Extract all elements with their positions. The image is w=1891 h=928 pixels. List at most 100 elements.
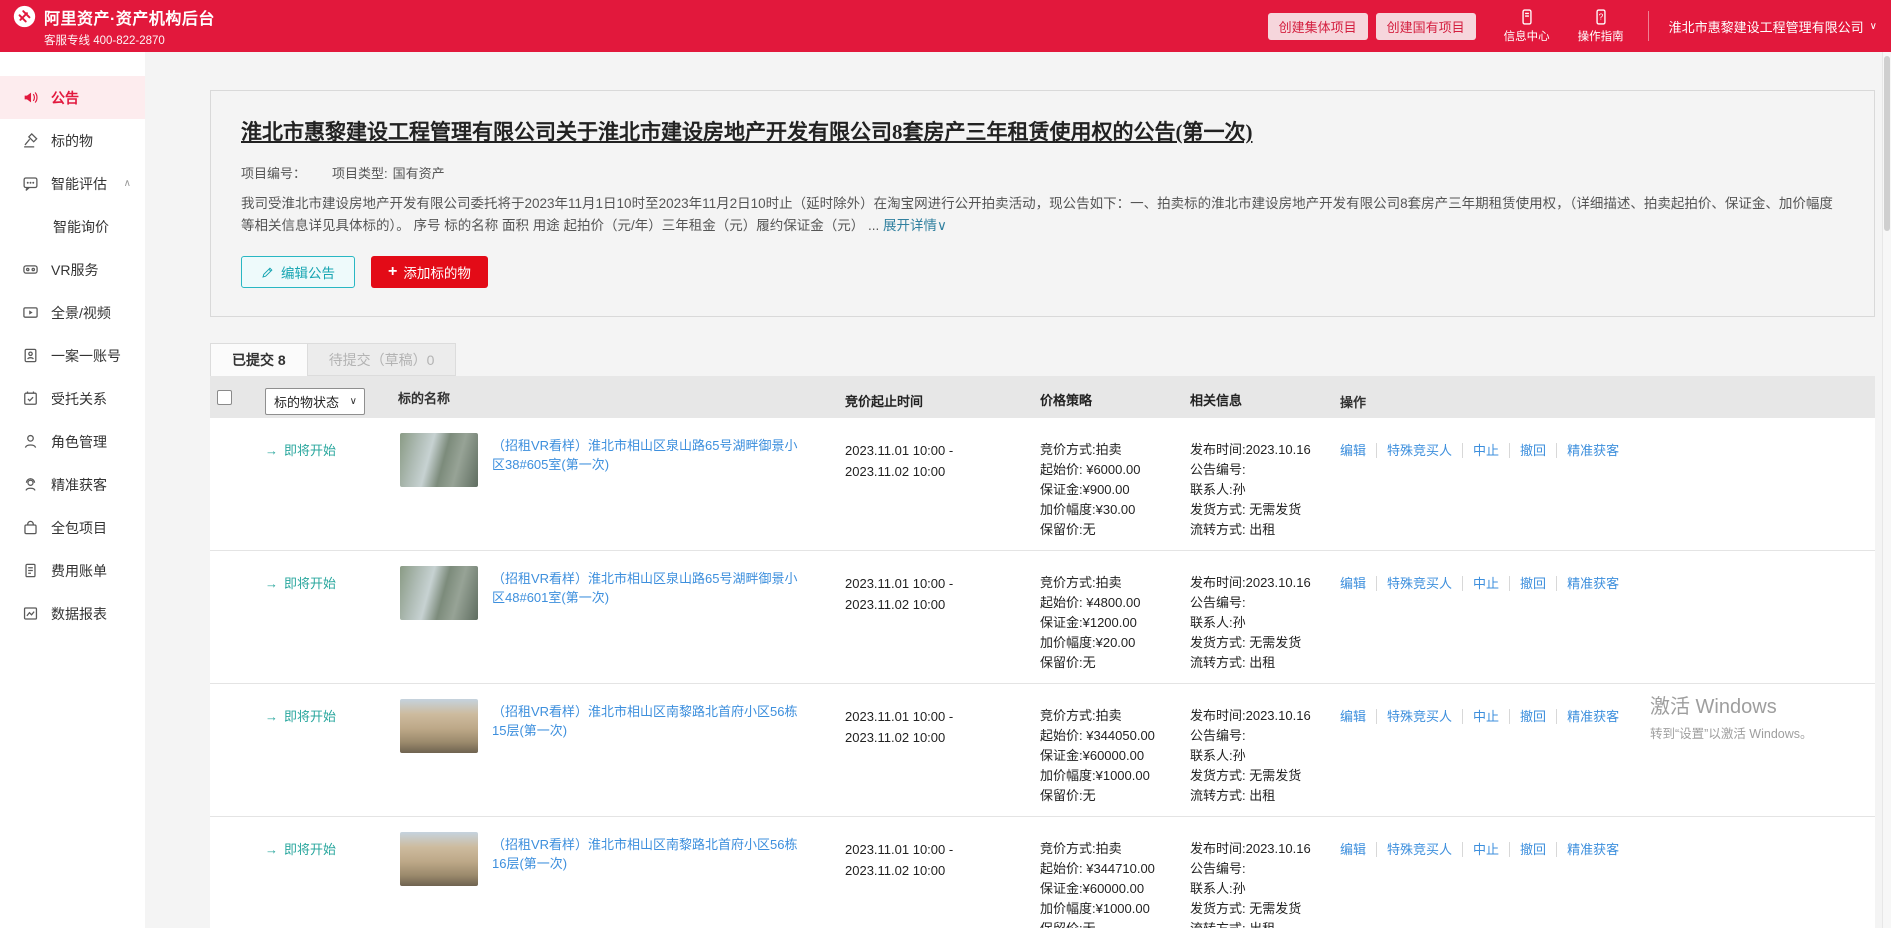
main-content: 淮北市惠黎建设工程管理有限公司关于淮北市建设房地产开发有限公司8套房产三年租赁使…	[145, 52, 1891, 928]
price-line: 保留价:无	[1040, 653, 1190, 673]
description-text: 我司受淮北市建设房地产开发有限公司委托将于2023年11月1日10时至2023年…	[241, 196, 1833, 233]
listing-name-cell: （招租VR看样）淮北市相山区南黎路北首府小区56栋16层(第一次)	[390, 831, 845, 928]
idcard-icon	[22, 347, 39, 364]
action-link[interactable]: 编辑	[1340, 709, 1366, 724]
sidebar-item-data-reports[interactable]: 数据报表	[0, 592, 145, 635]
vr-icon	[22, 261, 39, 278]
action-link[interactable]: 编辑	[1340, 842, 1366, 857]
price-line: 起始价: ¥344050.00	[1040, 726, 1190, 746]
sidebar-item-expense-bills[interactable]: 费用账单	[0, 549, 145, 592]
table-row: → 即将开始 （招租VR看样）淮北市相山区泉山路65号湖畔御景小区48#601室(第…	[210, 551, 1875, 684]
price-strategy-cell: 竞价方式:拍卖起始价: ¥344710.00保证金:¥60000.00加价幅度:…	[1040, 831, 1190, 928]
sidebar-item-panorama-video[interactable]: 全景/视频	[0, 291, 145, 334]
action-link[interactable]: 中止	[1462, 842, 1499, 857]
listing-link[interactable]: （招租VR看样）淮北市相山区南黎路北首府小区56栋15层(第一次)	[492, 698, 807, 740]
bid-time-cell: 2023.11.01 10:00 -2023.11.02 10:00	[845, 432, 1040, 540]
row-actions-cell: 编辑特殊竞买人中止撤回精准获客	[1340, 432, 1875, 540]
action-link[interactable]: 中止	[1462, 709, 1499, 724]
info-line: 联系人:孙	[1190, 746, 1340, 766]
account-menu[interactable]: 淮北市惠黎建设工程管理有限公司 ∨	[1669, 17, 1877, 36]
action-link[interactable]: 精准获客	[1556, 576, 1619, 591]
arrow-right-icon: →	[265, 842, 278, 857]
action-link[interactable]: 中止	[1462, 443, 1499, 458]
sidebar-item-smart-evaluation[interactable]: 智能评估∧	[0, 162, 145, 205]
price-line: 保证金:¥1200.00	[1040, 613, 1190, 633]
status-filter-select[interactable]: 标的物状态 ∨	[265, 388, 365, 415]
listing-link[interactable]: （招租VR看样）淮北市相山区南黎路北首府小区56栋16层(第一次)	[492, 831, 807, 873]
sidebar-item-vr-service[interactable]: VR服务	[0, 248, 145, 291]
chevron-up-icon[interactable]: ∧	[124, 178, 131, 189]
sidebar-item-precise-leads[interactable]: 精准获客	[0, 463, 145, 506]
listing-photo[interactable]	[400, 699, 478, 753]
action-link[interactable]: 撤回	[1509, 842, 1546, 857]
announcement-description: 我司受淮北市建设房地产开发有限公司委托将于2023年11月1日10时至2023年…	[241, 193, 1844, 237]
table-header-row: 标的物状态 ∨ 标的名称 竞价起止时间 价格策略 相关信息 操作	[210, 376, 1875, 418]
action-link[interactable]: 精准获客	[1556, 443, 1619, 458]
info-line: 联系人:孙	[1190, 879, 1340, 899]
app-root: 阿里资产·资产机构后台 客服专线 400-822-2870 创建集体项目 创建国…	[0, 0, 1891, 928]
listing-status: →即将开始	[265, 432, 390, 540]
calendar-icon	[22, 390, 39, 407]
tab-submitted[interactable]: 已提交 8	[210, 343, 308, 376]
info-line: 公告编号:	[1190, 859, 1340, 879]
action-link[interactable]: 编辑	[1340, 443, 1366, 458]
ali-assets-logo-icon	[13, 5, 36, 28]
listing-name-cell: （招租VR看样）淮北市相山区泉山路65号湖畔御景小区38#605室(第一次)	[390, 432, 845, 540]
price-line: 保留价:无	[1040, 520, 1190, 540]
megaphone-icon	[22, 89, 39, 106]
action-link[interactable]: 精准获客	[1556, 709, 1619, 724]
vertical-scrollbar[interactable]	[1882, 52, 1891, 928]
sidebar-item-announcements[interactable]: 公告	[0, 76, 145, 119]
add-target-button[interactable]: + 添加标的物	[371, 256, 488, 288]
bid-time-start: 2023.11.01 10:00 -	[845, 440, 1040, 461]
sidebar-item-label: 公告	[51, 88, 79, 108]
bid-time-end: 2023.11.02 10:00	[845, 727, 1040, 748]
price-line: 竞价方式:拍卖	[1040, 573, 1190, 593]
info-line: 流转方式: 出租	[1190, 919, 1340, 928]
action-link[interactable]: 特殊竞买人	[1376, 709, 1452, 724]
top-header: 阿里资产·资产机构后台 客服专线 400-822-2870 创建集体项目 创建国…	[0, 0, 1891, 52]
action-link[interactable]: 编辑	[1340, 576, 1366, 591]
listing-photo[interactable]	[400, 566, 478, 620]
action-link[interactable]: 撤回	[1509, 576, 1546, 591]
tab-draft[interactable]: 待提交（草稿）0	[308, 343, 457, 376]
status-text: 即将开始	[284, 576, 336, 591]
action-link[interactable]: 精准获客	[1556, 842, 1619, 857]
create-stateowned-project-button[interactable]: 创建国有项目	[1376, 13, 1476, 40]
action-link[interactable]: 特殊竞买人	[1376, 842, 1452, 857]
action-link[interactable]: 撤回	[1509, 443, 1546, 458]
listing-photo[interactable]	[400, 832, 478, 886]
status-text: 即将开始	[284, 443, 336, 458]
select-all-checkbox[interactable]	[217, 390, 232, 405]
scrollbar-thumb[interactable]	[1884, 56, 1890, 231]
sidebar-item-label: 精准获客	[51, 475, 107, 495]
sidebar-item-targets[interactable]: 标的物	[0, 119, 145, 162]
create-collective-project-button[interactable]: 创建集体项目	[1268, 13, 1368, 40]
sidebar-item-entrust-relation[interactable]: 受托关系	[0, 377, 145, 420]
info-line: 发货方式: 无需发货	[1190, 766, 1340, 786]
action-link[interactable]: 特殊竞买人	[1376, 576, 1452, 591]
edit-announcement-button[interactable]: 编辑公告	[241, 256, 355, 288]
operation-guide[interactable]: ? 操作指南	[1578, 8, 1624, 44]
bid-time-end: 2023.11.02 10:00	[845, 860, 1040, 881]
action-link[interactable]: 撤回	[1509, 709, 1546, 724]
listing-link[interactable]: （招租VR看样）淮北市相山区泉山路65号湖畔御景小区48#601室(第一次)	[492, 565, 807, 607]
info-line: 发布时间:2023.10.16	[1190, 839, 1340, 859]
sidebar-item-role-management[interactable]: 角色管理	[0, 420, 145, 463]
row-check-cell	[210, 432, 265, 540]
table-body: →即将开始（招租VR看样）淮北市相山区泉山路65号湖畔御景小区38#605室(第…	[210, 418, 1875, 928]
listing-photo[interactable]	[400, 433, 478, 487]
bid-time-end: 2023.11.02 10:00	[845, 594, 1040, 615]
listing-link[interactable]: （招租VR看样）淮北市相山区泉山路65号湖畔御景小区38#605室(第一次)	[492, 432, 807, 474]
action-link[interactable]: 中止	[1462, 576, 1499, 591]
arrow-right-icon: →	[265, 576, 278, 591]
action-link[interactable]: 特殊竞买人	[1376, 443, 1452, 458]
sidebar-item-full-package[interactable]: 全包项目	[0, 506, 145, 549]
message-center[interactable]: 信息中心	[1504, 8, 1550, 44]
row-check-cell	[210, 831, 265, 928]
sidebar-item-one-case-account[interactable]: 一案一账号	[0, 334, 145, 377]
sidebar-item-smart-inquiry[interactable]: 智能询价	[0, 205, 145, 248]
announcement-meta: 项目编号：项目类型:国有资产	[241, 163, 1844, 182]
expand-details-link[interactable]: 展开详情∨	[883, 218, 947, 233]
price-strategy-cell: 竞价方式:拍卖起始价: ¥344050.00保证金:¥60000.00加价幅度:…	[1040, 698, 1190, 806]
